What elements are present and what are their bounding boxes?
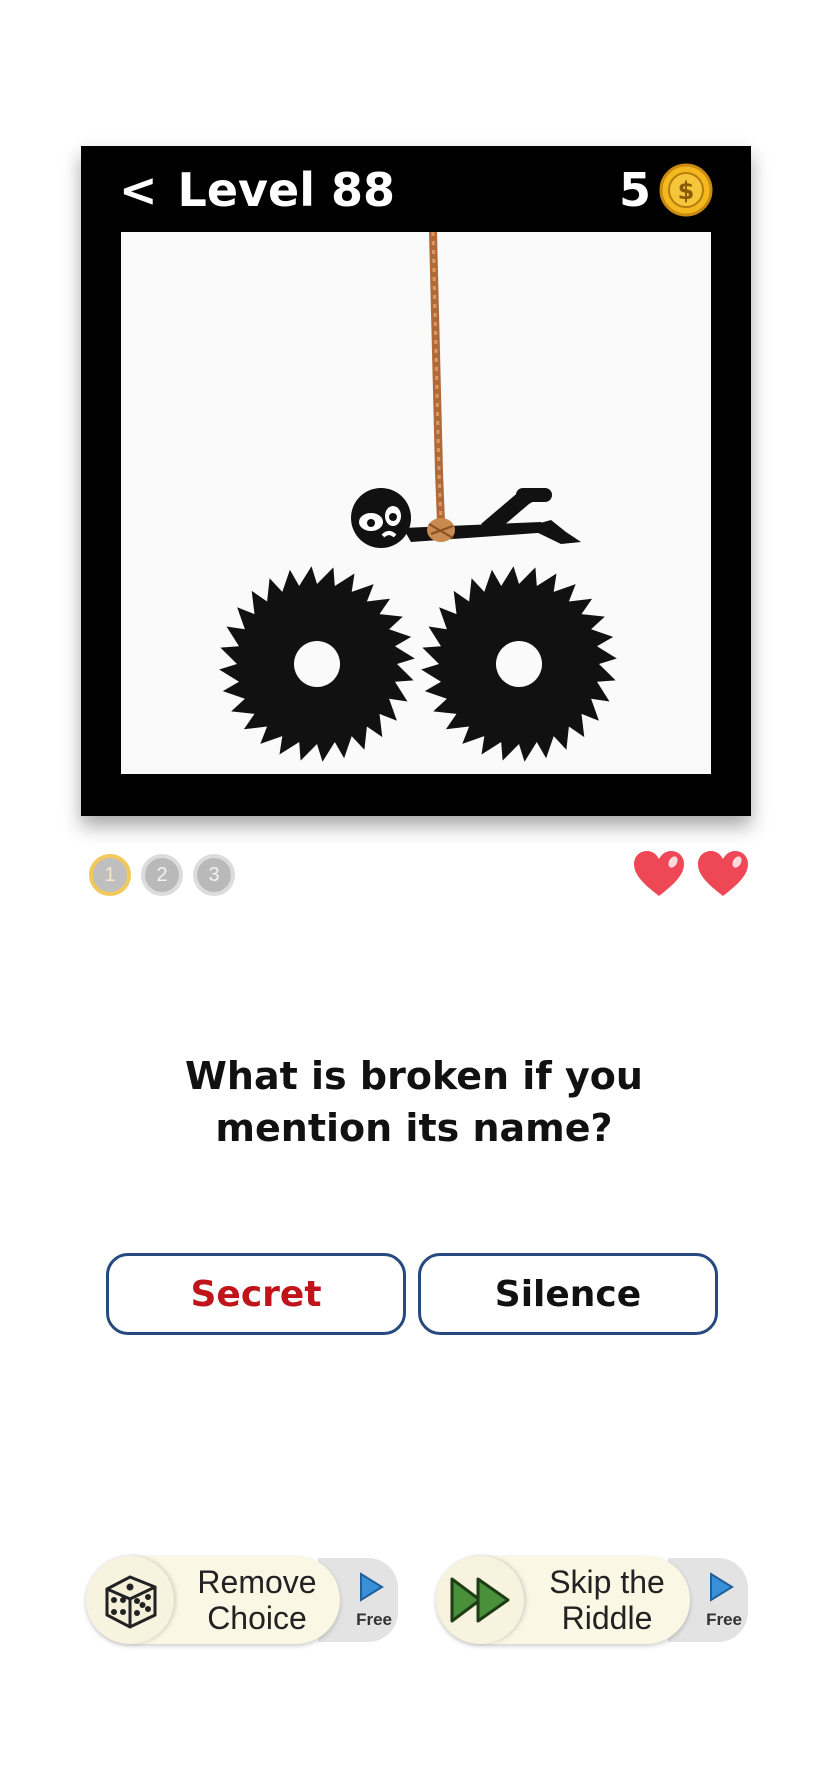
coin-icon: $ [659, 163, 713, 217]
saw-blade-hub [294, 641, 340, 687]
free-label: Free [706, 1610, 742, 1629]
stickman-icon [351, 488, 581, 548]
free-label: Free [356, 1610, 392, 1629]
powerup-label-line-2: Choice [207, 1600, 307, 1636]
level-frame: < Level 88 5 $ [81, 146, 751, 816]
remove-choice-button[interactable]: Free Remove Choice [86, 1556, 398, 1644]
top-bar: < Level 88 5 $ [81, 146, 751, 232]
progress-step-1: 1 [89, 854, 131, 896]
powerup-label-line-2: Riddle [561, 1600, 653, 1636]
level-title: Level 88 [177, 163, 396, 217]
coin-count: 5 [618, 163, 651, 217]
answer-button-secret[interactable]: Secret [106, 1253, 406, 1335]
question-line-1: What is broken if you [185, 1054, 643, 1098]
heart-icon [696, 850, 750, 902]
fast-forward-icon [436, 1556, 524, 1644]
play-icon [358, 1572, 384, 1606]
coin-display: 5 $ [619, 162, 713, 218]
riddle-question: What is broken if you mention its name? [0, 1050, 828, 1154]
skip-riddle-button[interactable]: Free Skip the Riddle [436, 1556, 748, 1644]
question-line-2: mention its name? [215, 1106, 613, 1150]
answer-button-silence[interactable]: Silence [418, 1253, 718, 1335]
dice-icon [86, 1556, 174, 1644]
heart-icon [632, 850, 686, 902]
progress-step-2: 2 [141, 854, 183, 896]
saw-blade-hub [496, 641, 542, 687]
back-chevron-icon: < [119, 163, 158, 217]
play-icon [708, 1572, 734, 1606]
powerup-body: Skip the Riddle [436, 1556, 690, 1644]
rope-icon [429, 232, 445, 523]
back-button[interactable]: < Level 88 [119, 162, 395, 218]
lives [622, 850, 750, 902]
powerup-body: Remove Choice [86, 1556, 340, 1644]
powerup-label: Remove Choice [174, 1556, 340, 1644]
powerup-label-line-1: Remove [197, 1564, 317, 1600]
progress-step-3: 3 [193, 854, 235, 896]
svg-text:$: $ [678, 177, 695, 205]
level-progress: 1 2 3 [89, 854, 245, 896]
powerup-label-line-1: Skip the [549, 1564, 665, 1600]
puzzle-scene [121, 232, 711, 774]
powerup-label: Skip the Riddle [524, 1556, 690, 1644]
